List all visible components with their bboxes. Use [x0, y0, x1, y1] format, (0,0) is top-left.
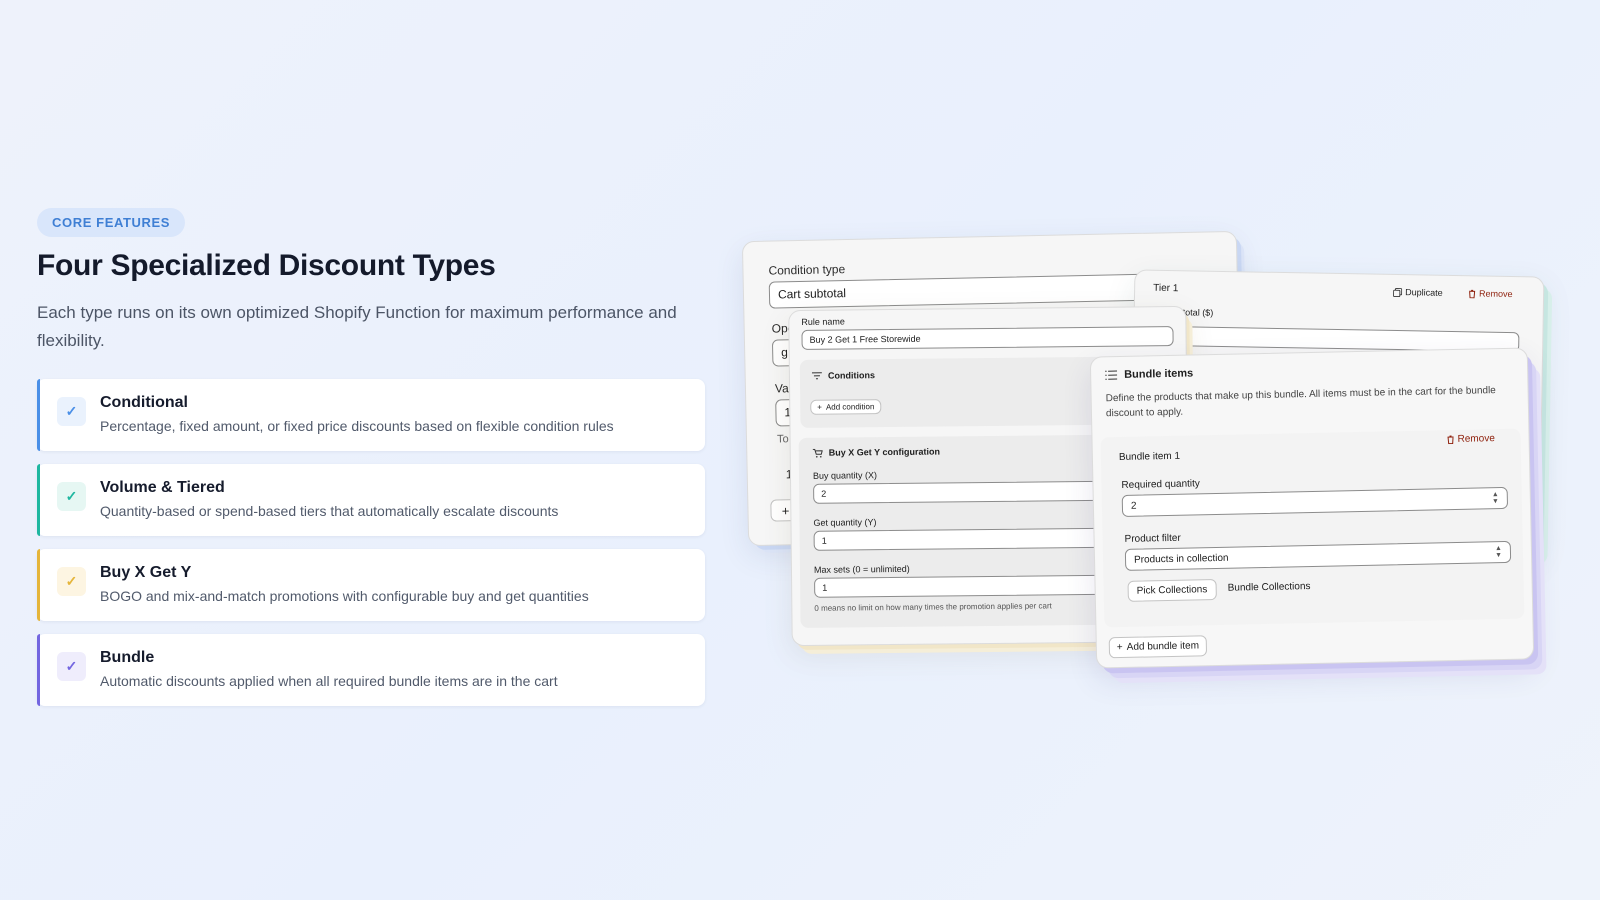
accent-bar: [37, 379, 40, 451]
stepper-icon[interactable]: ▲ ▼: [1492, 491, 1499, 505]
bundle-item-panel: Bundle item 1 Remove Required quantity 2…: [1100, 428, 1525, 628]
check-icon: ✓: [57, 397, 86, 426]
features-section: CORE FEATURES Four Specialized Discount …: [37, 208, 705, 706]
remove-button[interactable]: Remove: [1468, 288, 1513, 299]
conditions-header: Conditions: [811, 370, 875, 381]
remove-label: Remove: [1479, 288, 1513, 300]
add-condition-label: Add condition: [825, 402, 875, 412]
duplicate-icon: [1393, 287, 1403, 297]
add-bundle-item-button[interactable]: + Add bundle item: [1108, 635, 1208, 659]
tier-field-label: total ($): [1182, 307, 1214, 318]
list-icon: [1105, 370, 1118, 380]
pick-collections-button[interactable]: Pick Collections: [1127, 579, 1217, 602]
bundle-items-card: Bundle items Define the products that ma…: [1089, 347, 1535, 669]
required-quantity-label: Required quantity: [1121, 478, 1200, 491]
check-icon: ✓: [57, 482, 86, 511]
value-help-text: To: [776, 433, 789, 446]
feature-title: Volume & Tiered: [100, 479, 225, 496]
plus-icon: +: [817, 402, 822, 412]
feature-list: ✓ Conditional Percentage, fixed amount, …: [37, 379, 705, 706]
rule-name-label: Rule name: [801, 316, 845, 327]
tier-title: Tier 1: [1153, 282, 1179, 295]
plus-icon: +: [1116, 641, 1123, 654]
remove-label: Remove: [1457, 433, 1495, 445]
add-condition-button[interactable]: + Add condition: [810, 399, 882, 415]
feature-description: Automatic discounts applied when all req…: [100, 673, 558, 689]
feature-card-buy-x-get-y: ✓ Buy X Get Y BOGO and mix-and-match pro…: [37, 549, 705, 621]
section-subtitle: Each type runs on its own optimized Shop…: [37, 303, 677, 350]
check-icon: ✓: [57, 652, 86, 681]
conditions-title: Conditions: [827, 370, 875, 381]
bundle-header: Bundle items: [1105, 367, 1193, 381]
feature-title: Conditional: [100, 394, 188, 411]
rule-name-input[interactable]: Buy 2 Get 1 Free Storewide: [801, 326, 1174, 350]
filter-icon: [811, 372, 822, 380]
selected-collections: Bundle Collections: [1227, 581, 1311, 594]
feature-card-conditional: ✓ Conditional Percentage, fixed amount, …: [37, 379, 705, 451]
feature-card-volume-tiered: ✓ Volume & Tiered Quantity-based or spen…: [37, 464, 705, 536]
config-header: Buy X Get Y configuration: [812, 446, 940, 458]
check-icon: ✓: [57, 567, 86, 596]
condition-type-label: Condition type: [768, 262, 846, 278]
plus-icon: +: [781, 502, 790, 518]
accent-bar: [37, 634, 40, 706]
product-filter-label: Product filter: [1124, 532, 1181, 545]
duplicate-label: Duplicate: [1405, 287, 1443, 298]
trash-icon: [1469, 289, 1476, 298]
trash-icon: [1447, 435, 1454, 445]
feature-description: BOGO and mix-and-match promotions with c…: [100, 588, 589, 604]
feature-description: Quantity-based or spend-based tiers that…: [100, 503, 559, 519]
accent-bar: [37, 464, 40, 536]
feature-title: Bundle: [100, 649, 155, 666]
duplicate-button[interactable]: Duplicate: [1393, 287, 1443, 298]
section-badge: CORE FEATURES: [37, 208, 186, 237]
bundle-item-title: Bundle item 1: [1118, 450, 1181, 464]
accent-bar: [37, 549, 40, 621]
feature-card-bundle: ✓ Bundle Automatic discounts applied whe…: [37, 634, 705, 706]
add-bundle-item-label: Add bundle item: [1126, 640, 1200, 653]
max-sets-help: 0 means no limit on how many times the p…: [814, 601, 1052, 613]
bundle-title: Bundle items: [1124, 367, 1194, 381]
required-quantity-input[interactable]: 2 ▲ ▼: [1121, 486, 1509, 517]
feature-description: Percentage, fixed amount, or fixed price…: [100, 418, 614, 434]
cart-icon: [812, 448, 823, 458]
section-title: Four Specialized Discount Types: [37, 249, 496, 282]
bundle-description: Define the products that make up this bu…: [1105, 385, 1496, 420]
required-quantity-value: 2: [1130, 500, 1137, 512]
get-quantity-label: Get quantity (Y): [813, 517, 877, 528]
max-sets-label: Max sets (0 = unlimited): [813, 563, 910, 575]
product-filter-value: Products in collection: [1133, 552, 1229, 566]
product-filter-select[interactable]: Products in collection ▲ ▼: [1124, 540, 1512, 571]
select-chevron-icon: ▲ ▼: [1494, 545, 1503, 560]
remove-bundle-item-button[interactable]: Remove: [1446, 433, 1495, 445]
feature-title: Buy X Get Y: [100, 564, 192, 581]
buy-quantity-label: Buy quantity (X): [812, 470, 878, 481]
config-title: Buy X Get Y configuration: [828, 446, 940, 458]
